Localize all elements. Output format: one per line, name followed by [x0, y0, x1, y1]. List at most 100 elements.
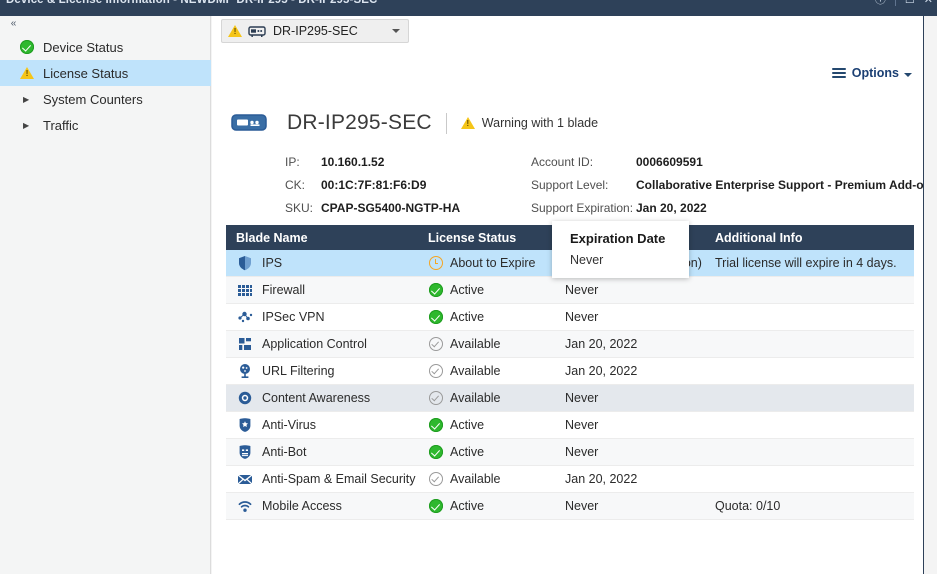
green-check-icon — [18, 39, 36, 55]
license-status-label: Available — [450, 337, 501, 351]
cell-blade-name: Application Control — [226, 336, 418, 352]
sidebar-item-license-status[interactable]: License Status — [0, 60, 211, 86]
green-check-icon — [428, 418, 443, 432]
account-id-value: 0006609591 — [636, 154, 703, 169]
account-id-label: Account ID: — [531, 154, 594, 169]
support-level-value: Collaborative Enterprise Support - Premi… — [636, 177, 937, 192]
license-status-label: Available — [450, 364, 501, 378]
envelope-icon — [236, 471, 254, 487]
info-icon[interactable]: ⓘ — [875, 0, 886, 6]
column-header-additional-info[interactable]: Additional Info — [705, 231, 914, 245]
cell-expiration-date: Never — [565, 418, 599, 432]
app-window: Device & License Information - NEWDMP DR… — [0, 0, 937, 574]
cell-additional-info: Quota: 0/10 — [715, 499, 781, 513]
device-fields: IP: 10.160.1.52 Account ID: 0006609591 C… — [285, 150, 937, 219]
anti-virus-badge-icon — [236, 417, 254, 433]
device-field-row: IP: 10.160.1.52 Account ID: 0006609591 — [285, 150, 937, 173]
appliance-icon — [248, 25, 266, 38]
green-check-icon — [428, 310, 443, 325]
ck-value: 00:1C:7F:81:F6:D9 — [321, 177, 427, 192]
sidebar-item-label: License Status — [43, 65, 129, 81]
gray-check-icon — [428, 472, 443, 486]
cell-license-status: Active — [418, 418, 555, 433]
green-check-icon — [428, 499, 443, 513]
column-header-blade-name[interactable]: Blade Name — [226, 231, 418, 245]
url-filtering-globe-icon — [236, 363, 254, 379]
restore-icon[interactable]: ☐ — [905, 0, 915, 6]
gray-check-icon — [428, 364, 443, 378]
cell-blade-name: Content Awareness — [226, 390, 418, 406]
clock-icon — [428, 256, 443, 271]
vpn-nodes-icon — [236, 309, 254, 325]
chevron-down-icon[interactable] — [392, 29, 400, 33]
sidebar-item-traffic[interactable]: ▶ Traffic — [0, 112, 211, 138]
cell-license-status: About to Expire — [418, 256, 555, 271]
table-row[interactable]: Anti-Bot Active Never — [226, 439, 914, 466]
green-check-icon — [428, 418, 443, 433]
table-row[interactable]: URL Filtering Available Jan 20, 2022 — [226, 358, 914, 385]
gray-check-icon — [428, 472, 443, 487]
expand-arrow-icon[interactable]: ▶ — [18, 95, 36, 104]
license-status-label: Active — [450, 499, 485, 513]
table-row[interactable]: IPSec VPN Active Never — [226, 304, 914, 331]
sidebar-item-device-status[interactable]: Device Status — [0, 34, 211, 60]
table-row[interactable]: Mobile Access Active Never Quota: 0/10 — [226, 493, 914, 520]
sidebar-collapse-button[interactable]: « — [5, 18, 21, 32]
cell-license-status: Active — [418, 499, 555, 514]
cell-license-status: Active — [418, 310, 555, 325]
ip-label: IP: — [285, 154, 300, 169]
cell-expiration-date: Jan 20, 2022 — [565, 472, 638, 486]
blade-name-label: IPS — [262, 256, 283, 270]
cell-blade-name: IPS — [226, 255, 418, 271]
warning-triangle-icon — [18, 65, 36, 81]
content-awareness-icon — [236, 390, 254, 406]
sidebar-item-system-counters[interactable]: ▶ System Counters — [0, 86, 211, 112]
cell-license-status: Available — [418, 472, 555, 487]
gray-check-icon — [428, 337, 443, 352]
gray-check-icon — [428, 391, 443, 406]
hamburger-icon — [831, 68, 846, 78]
content-panel: DR-IP295-SEC Options — [212, 16, 937, 574]
blade-name-label: Mobile Access — [262, 499, 342, 513]
expand-arrow-icon[interactable]: ▶ — [18, 121, 36, 130]
column-header-license-status[interactable]: License Status — [418, 231, 555, 245]
green-check-icon — [428, 499, 443, 514]
sidebar-item-label: Device Status — [43, 39, 124, 55]
gray-check-icon — [428, 337, 443, 351]
app-control-squares-icon — [236, 336, 254, 352]
sidebar-item-label: Traffic — [43, 117, 79, 133]
wifi-icon — [236, 498, 254, 514]
table-row[interactable]: Content Awareness Available Never — [226, 385, 914, 412]
table-row[interactable]: Application Control Available Jan 20, 2022 — [226, 331, 914, 358]
close-icon[interactable]: ✕ — [924, 0, 933, 6]
cell-expiration-date: Jan 20, 2022 — [565, 364, 638, 378]
device-header: DR-IP295-SEC Warning with 1 blade IP: 10… — [229, 106, 937, 215]
blade-name-label: Anti-Spam & Email Security — [262, 472, 416, 486]
device-title-row: DR-IP295-SEC Warning with 1 blade — [229, 106, 919, 140]
table-row[interactable]: Anti-Virus Active Never — [226, 412, 914, 439]
options-button[interactable]: Options — [831, 66, 912, 80]
license-status-label: Active — [450, 310, 485, 324]
cell-license-status: Active — [418, 445, 555, 460]
cell-blade-name: Firewall — [226, 282, 418, 298]
sku-value: CPAP-SG5400-NGTP-HA — [321, 200, 461, 215]
cell-blade-name: Anti-Spam & Email Security — [226, 471, 418, 487]
support-expiration-label: Support Expiration: — [531, 200, 634, 215]
table-row[interactable]: Anti-Spam & Email Security Available Jan 2… — [226, 466, 914, 493]
table-row[interactable]: Firewall Active Never — [226, 277, 914, 304]
content-inner: DR-IP295-SEC Options — [213, 16, 937, 574]
sidebar-nav: Device Status License Status ▶ System Co… — [0, 34, 211, 138]
cell-blade-name: Mobile Access — [226, 498, 418, 514]
clock-icon — [428, 256, 443, 270]
green-check-icon — [428, 283, 443, 297]
device-selector-dropdown[interactable]: DR-IP295-SEC — [221, 19, 409, 43]
gray-check-icon — [428, 391, 443, 405]
blade-name-label: Firewall — [262, 283, 306, 297]
support-level-label: Support Level: — [531, 177, 609, 192]
device-status-text: Warning with 1 blade — [481, 116, 599, 130]
cell-blade-name: Anti-Bot — [226, 444, 418, 460]
ck-label: CK: — [285, 177, 306, 192]
cell-license-status: Available — [418, 337, 555, 352]
cell-blade-name: URL Filtering — [226, 363, 418, 379]
blade-name-label: URL Filtering — [262, 364, 335, 378]
